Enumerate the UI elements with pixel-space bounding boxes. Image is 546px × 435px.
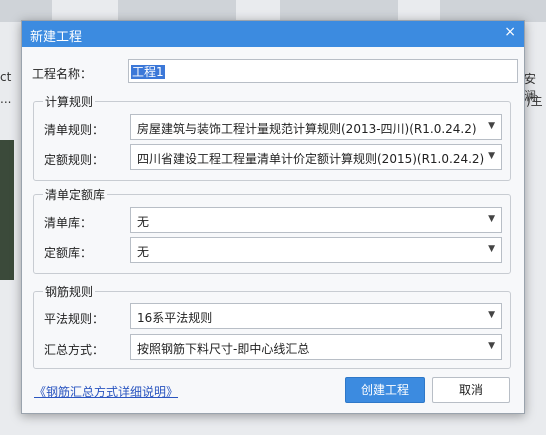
quota-rule-value: 四川省建设工程工程量清单计价定额计算规则(2015)(R1.0.24.2) [137,152,485,166]
chevron-down-icon: ▼ [488,310,495,320]
list-lib-label: 清单库： [44,216,93,230]
background-text: ct [0,70,12,84]
cancel-button[interactable]: 取消 [432,377,510,403]
quota-lib-select[interactable]: 无 ▼ [130,237,502,263]
summary-method-label: 汇总方式： [44,343,105,357]
calc-rules-legend: 计算规则 [43,93,96,110]
list-lib-field: 清单库： 无 ▼ [44,207,504,235]
background-text: ... [0,92,12,106]
quota-lib-value: 无 [137,245,150,259]
project-name-row: 工程名称： 工程1 [32,59,518,85]
rebar-summary-help-link[interactable]: 《钢筋汇总方式详细说明》 [34,383,178,400]
libraries-legend: 清单定额库 [43,186,108,203]
rebar-rules-legend: 钢筋规则 [43,283,96,300]
plan-rule-value: 16系平法规则 [137,311,213,325]
quota-lib-label: 定额库： [44,246,93,260]
list-rule-field: 清单规则： 房屋建筑与装饰工程计量规范计算规则(2013-四川)(R1.0.24… [44,114,504,142]
dialog-titlebar: 新建工程 × [22,21,524,47]
list-lib-value: 无 [137,215,150,229]
close-icon[interactable]: × [504,24,516,40]
plan-rule-label: 平法规则： [44,312,105,326]
list-lib-select[interactable]: 无 ▼ [130,207,502,233]
background-image-strip [0,140,14,280]
list-rule-select[interactable]: 房屋建筑与装饰工程计量规范计算规则(2013-四川)(R1.0.24.2) ▼ [130,114,502,140]
project-name-value: 工程1 [131,65,165,79]
summary-method-select[interactable]: 按照钢筋下料尺寸-即中心线汇总 ▼ [130,334,502,360]
plan-rule-field: 平法规则： 16系平法规则 ▼ [44,303,504,331]
chevron-down-icon: ▼ [488,121,495,131]
project-name-input[interactable]: 工程1 [128,59,518,83]
quota-rule-label: 定额规则： [44,153,105,167]
dialog-title: 新建工程 [30,30,83,45]
project-name-label: 工程名称： [32,67,93,81]
background-thumbnail [280,0,398,22]
background-thumbnail [440,0,546,22]
chevron-down-icon: ▼ [488,214,495,224]
background-text: )主 [526,94,543,108]
quota-rule-select[interactable]: 四川省建设工程工程量清单计价定额计算规则(2015)(R1.0.24.2) ▼ [130,144,502,170]
quota-rule-field: 定额规则： 四川省建设工程工程量清单计价定额计算规则(2015)(R1.0.24… [44,144,504,172]
rebar-rules-group: 钢筋规则 平法规则： 16系平法规则 ▼ 汇总方式： 按照钢筋下料尺寸-即中心线… [33,283,511,369]
summary-method-value: 按照钢筋下料尺寸-即中心线汇总 [137,342,310,356]
chevron-down-icon: ▼ [488,244,495,254]
chevron-down-icon: ▼ [488,341,495,351]
create-project-button[interactable]: 创建工程 [345,377,425,403]
plan-rule-select[interactable]: 16系平法规则 ▼ [130,303,502,329]
libraries-group: 清单定额库 清单库： 无 ▼ 定额库： 无 ▼ [33,186,511,274]
list-rule-value: 房屋建筑与装饰工程计量规范计算规则(2013-四川)(R1.0.24.2) [137,122,477,136]
background-thumbnail [0,0,52,22]
chevron-down-icon: ▼ [488,151,495,161]
summary-method-field: 汇总方式： 按照钢筋下料尺寸-即中心线汇总 ▼ [44,334,504,362]
background-thumbnail [118,0,236,22]
calc-rules-group: 计算规则 清单规则： 房屋建筑与装饰工程计量规范计算规则(2013-四川)(R1… [33,93,511,181]
list-rule-label: 清单规则： [44,123,105,137]
quota-lib-field: 定额库： 无 ▼ [44,237,504,265]
new-project-dialog: 新建工程 × 工程名称： 工程1 计算规则 清单规则： 房屋建筑与装饰工程计量规… [21,20,525,414]
